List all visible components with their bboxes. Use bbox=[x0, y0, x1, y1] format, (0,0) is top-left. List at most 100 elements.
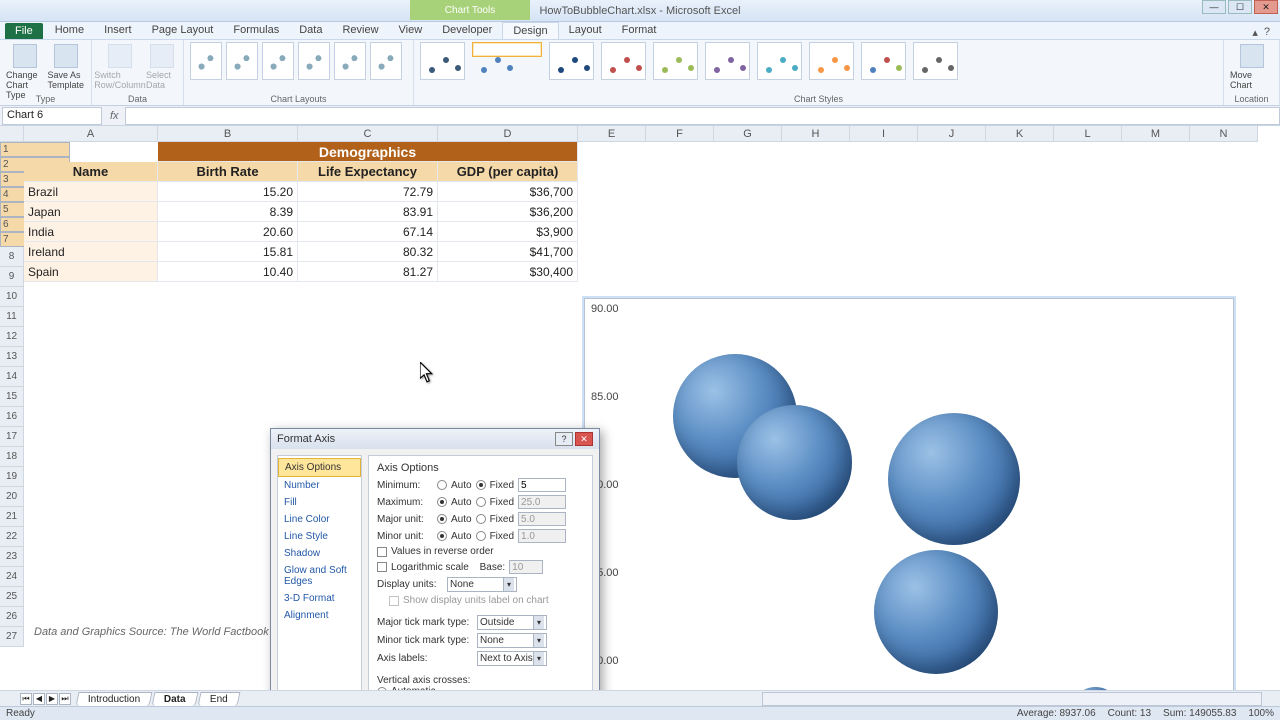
status-zoom[interactable]: 100% bbox=[1248, 708, 1274, 719]
min-fixed-radio[interactable] bbox=[476, 480, 486, 490]
bubble-spain[interactable] bbox=[737, 405, 851, 519]
cell-C5[interactable]: 67.14 bbox=[298, 222, 438, 242]
min-value-input[interactable] bbox=[518, 478, 566, 492]
cell-D6[interactable]: $41,700 bbox=[438, 242, 578, 262]
row-header-27[interactable]: 27 bbox=[0, 627, 24, 647]
tab-design[interactable]: Design bbox=[502, 22, 558, 39]
row-header-14[interactable]: 14 bbox=[0, 367, 24, 387]
chart-style-7[interactable] bbox=[757, 42, 802, 80]
chart-style-6[interactable] bbox=[705, 42, 750, 80]
major-auto-radio[interactable] bbox=[437, 514, 447, 524]
chart-style-1[interactable] bbox=[420, 42, 465, 80]
help-icon[interactable]: ? bbox=[1264, 26, 1270, 39]
tab-page-layout[interactable]: Page Layout bbox=[142, 22, 224, 39]
row-header-16[interactable]: 16 bbox=[0, 407, 24, 427]
tab-format[interactable]: Format bbox=[612, 22, 667, 39]
chart-layout-5[interactable] bbox=[334, 42, 366, 80]
major-tick-select[interactable]: Outside▾ bbox=[477, 615, 547, 630]
row-header-25[interactable]: 25 bbox=[0, 587, 24, 607]
cell-C7[interactable]: 81.27 bbox=[298, 262, 438, 282]
close-button[interactable]: ✕ bbox=[1254, 0, 1278, 14]
dialog-cat-3-d-format[interactable]: 3-D Format bbox=[278, 590, 361, 607]
dialog-cat-axis-options[interactable]: Axis Options bbox=[278, 458, 361, 477]
minor-tick-select[interactable]: None▾ bbox=[477, 633, 547, 648]
cell-D2[interactable]: GDP (per capita) bbox=[438, 162, 578, 182]
cell-B2[interactable]: Birth Rate bbox=[158, 162, 298, 182]
chart-style-2[interactable] bbox=[472, 42, 542, 57]
cell-A7[interactable]: Spain bbox=[24, 262, 158, 282]
bubble-ireland[interactable] bbox=[888, 413, 1020, 545]
cell-C2[interactable]: Life Expectancy bbox=[298, 162, 438, 182]
tab-layout[interactable]: Layout bbox=[559, 22, 612, 39]
cell-B7[interactable]: 10.40 bbox=[158, 262, 298, 282]
select-all-corner[interactable] bbox=[0, 126, 24, 142]
row-header-21[interactable]: 21 bbox=[0, 507, 24, 527]
col-header-B[interactable]: B bbox=[158, 126, 298, 142]
cell-C3[interactable]: 72.79 bbox=[298, 182, 438, 202]
row-header-23[interactable]: 23 bbox=[0, 547, 24, 567]
col-header-G[interactable]: G bbox=[714, 126, 782, 142]
sheet-nav-first[interactable]: ⏮ bbox=[20, 693, 32, 705]
chart-layout-1[interactable] bbox=[190, 42, 222, 80]
col-header-F[interactable]: F bbox=[646, 126, 714, 142]
chart-layout-2[interactable] bbox=[226, 42, 258, 80]
sheet-nav-next[interactable]: ▶ bbox=[46, 693, 58, 705]
cell-A4[interactable]: Japan bbox=[24, 202, 158, 222]
horizontal-scrollbar[interactable] bbox=[762, 692, 1262, 706]
minimize-button[interactable]: — bbox=[1202, 0, 1226, 14]
row-header-26[interactable]: 26 bbox=[0, 607, 24, 627]
change-chart-type-button[interactable]: Change Chart Type bbox=[6, 42, 44, 100]
cell-A5[interactable]: India bbox=[24, 222, 158, 242]
cell-A6[interactable]: Ireland bbox=[24, 242, 158, 262]
chart-layout-3[interactable] bbox=[262, 42, 294, 80]
col-header-D[interactable]: D bbox=[438, 126, 578, 142]
log-scale-checkbox[interactable] bbox=[377, 562, 387, 572]
col-header-J[interactable]: J bbox=[918, 126, 986, 142]
col-header-K[interactable]: K bbox=[986, 126, 1054, 142]
row-header-13[interactable]: 13 bbox=[0, 347, 24, 367]
sheet-nav-last[interactable]: ⏭ bbox=[59, 693, 71, 705]
cell-D5[interactable]: $3,900 bbox=[438, 222, 578, 242]
dialog-cat-line-color[interactable]: Line Color bbox=[278, 511, 361, 528]
dialog-cat-fill[interactable]: Fill bbox=[278, 494, 361, 511]
row-header-19[interactable]: 19 bbox=[0, 467, 24, 487]
row-header-11[interactable]: 11 bbox=[0, 307, 24, 327]
col-header-C[interactable]: C bbox=[298, 126, 438, 142]
tab-insert[interactable]: Insert bbox=[94, 22, 142, 39]
cell-B1[interactable]: Demographics bbox=[158, 142, 578, 162]
embedded-chart[interactable]: 65.0070.0075.0080.0085.0090.00 5.007.009… bbox=[584, 298, 1234, 698]
cell-B6[interactable]: 15.81 bbox=[158, 242, 298, 262]
maximize-button[interactable]: ☐ bbox=[1228, 0, 1252, 14]
dialog-cat-alignment[interactable]: Alignment bbox=[278, 607, 361, 624]
save-as-template-button[interactable]: Save As Template bbox=[48, 42, 86, 100]
dialog-help-button[interactable]: ? bbox=[555, 432, 573, 446]
row-header-9[interactable]: 9 bbox=[0, 267, 24, 287]
file-tab[interactable]: File bbox=[5, 23, 43, 39]
row-header-24[interactable]: 24 bbox=[0, 567, 24, 587]
sheet-tab-data[interactable]: Data bbox=[152, 692, 199, 706]
bubble-brazil[interactable] bbox=[874, 550, 999, 675]
dialog-cat-number[interactable]: Number bbox=[278, 477, 361, 494]
minor-auto-radio[interactable] bbox=[437, 531, 447, 541]
row-header-8[interactable]: 8 bbox=[0, 247, 24, 267]
row-header-10[interactable]: 10 bbox=[0, 287, 24, 307]
col-header-H[interactable]: H bbox=[782, 126, 850, 142]
cell-D7[interactable]: $30,400 bbox=[438, 262, 578, 282]
sheet-tab-end[interactable]: End bbox=[197, 692, 240, 706]
move-chart-button[interactable]: Move Chart bbox=[1230, 42, 1274, 90]
row-header-18[interactable]: 18 bbox=[0, 447, 24, 467]
cell-A2[interactable]: Name bbox=[24, 162, 158, 182]
dialog-cat-glow-and-soft-edges[interactable]: Glow and Soft Edges bbox=[278, 562, 361, 590]
sheet-tab-introduction[interactable]: Introduction bbox=[76, 692, 153, 706]
chart-style-4[interactable] bbox=[601, 42, 646, 80]
sheet-nav-prev[interactable]: ◀ bbox=[33, 693, 45, 705]
cell-C6[interactable]: 80.32 bbox=[298, 242, 438, 262]
row-header-15[interactable]: 15 bbox=[0, 387, 24, 407]
cell-B3[interactable]: 15.20 bbox=[158, 182, 298, 202]
col-header-M[interactable]: M bbox=[1122, 126, 1190, 142]
row-header-17[interactable]: 17 bbox=[0, 427, 24, 447]
display-units-select[interactable]: None▾ bbox=[447, 577, 517, 592]
reverse-order-checkbox[interactable] bbox=[377, 547, 387, 557]
tab-data[interactable]: Data bbox=[289, 22, 332, 39]
col-header-N[interactable]: N bbox=[1190, 126, 1258, 142]
